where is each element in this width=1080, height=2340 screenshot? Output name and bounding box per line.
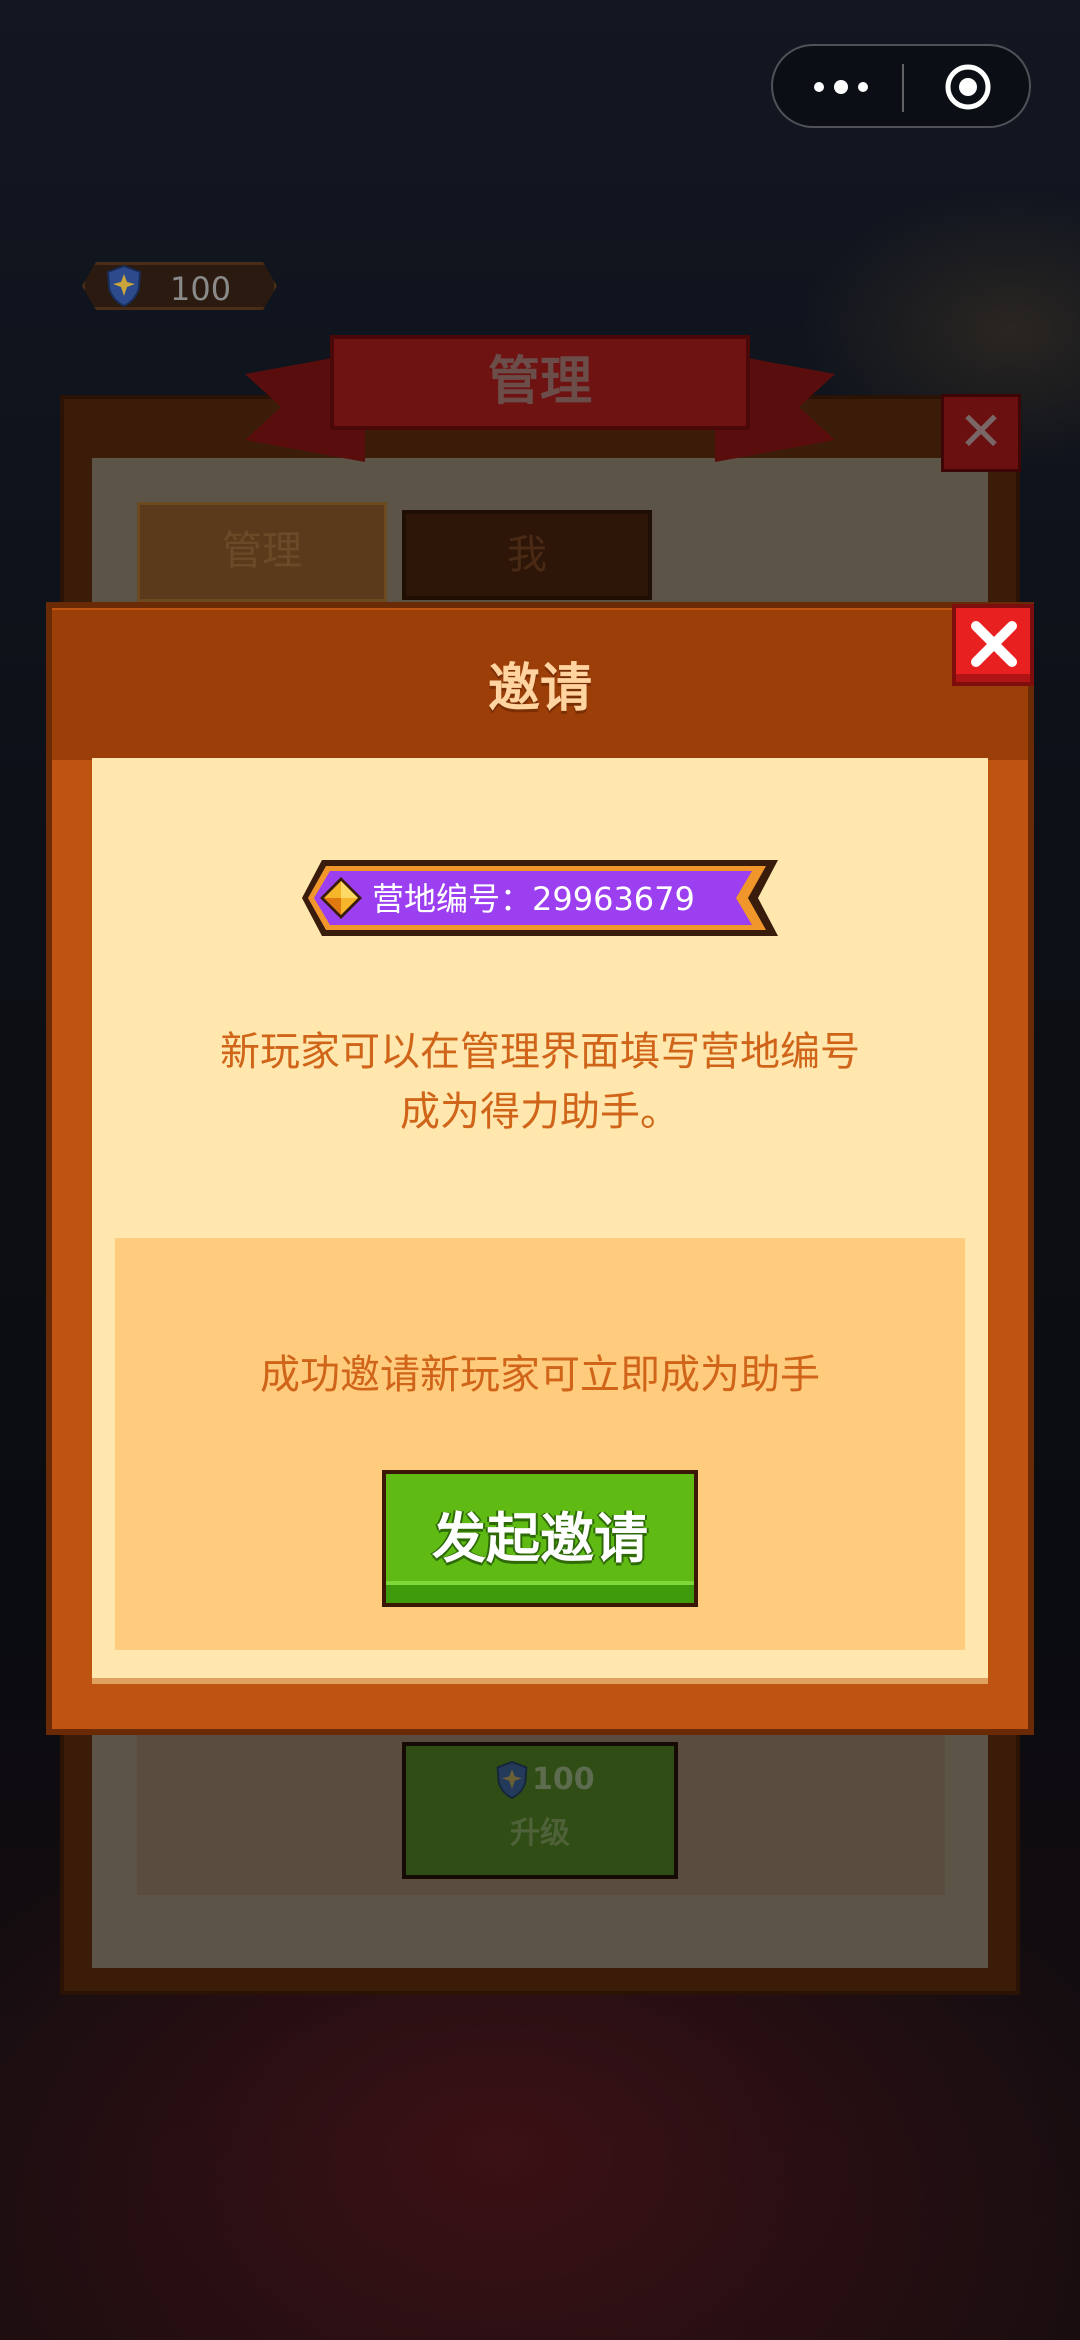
management-close-icon[interactable]: ✕ [941,394,1021,472]
upgrade-label: 升级 [510,1816,570,1851]
camp-id-text: 营地编号：29963679 [372,880,695,918]
invite-description-line1: 新玩家可以在管理界面填写营地编号 [220,1029,860,1075]
invite-description-line2: 成为得力助手。 [400,1089,680,1135]
gem-icon [320,877,362,919]
send-invite-label: 发起邀请 [432,1507,648,1570]
tab-management[interactable]: 管理 [137,502,387,602]
send-invite-button[interactable]: 发起邀请 [382,1470,698,1607]
shield-currency: 100 [82,262,277,310]
close-icon [971,621,1017,667]
upgrade-cost-value: 100 [532,1762,595,1797]
target-icon[interactable] [943,62,993,112]
dialog-close-button[interactable] [952,604,1034,686]
invite-hint: 成功邀请新玩家可立即成为助手 [260,1352,820,1398]
shield-icon [496,1761,528,1800]
shield-icon [106,264,142,308]
currency-value: 100 [170,270,232,308]
tab-me[interactable]: 我 [402,510,652,600]
upgrade-button[interactable]: 100 升级 [402,1742,678,1879]
invite-dialog-title: 邀请 [487,659,592,719]
miniprogram-capsule [771,44,1031,128]
upgrade-cost: 100 [494,1760,604,1800]
invite-description: 新玩家可以在管理界面填写营地编号 成为得力助手。 [140,1022,940,1142]
management-title: 管理 [330,335,750,430]
more-dots-icon[interactable] [811,72,871,102]
capsule-divider [902,64,904,112]
camp-id-badge: 营地编号：29963679 [300,858,780,938]
